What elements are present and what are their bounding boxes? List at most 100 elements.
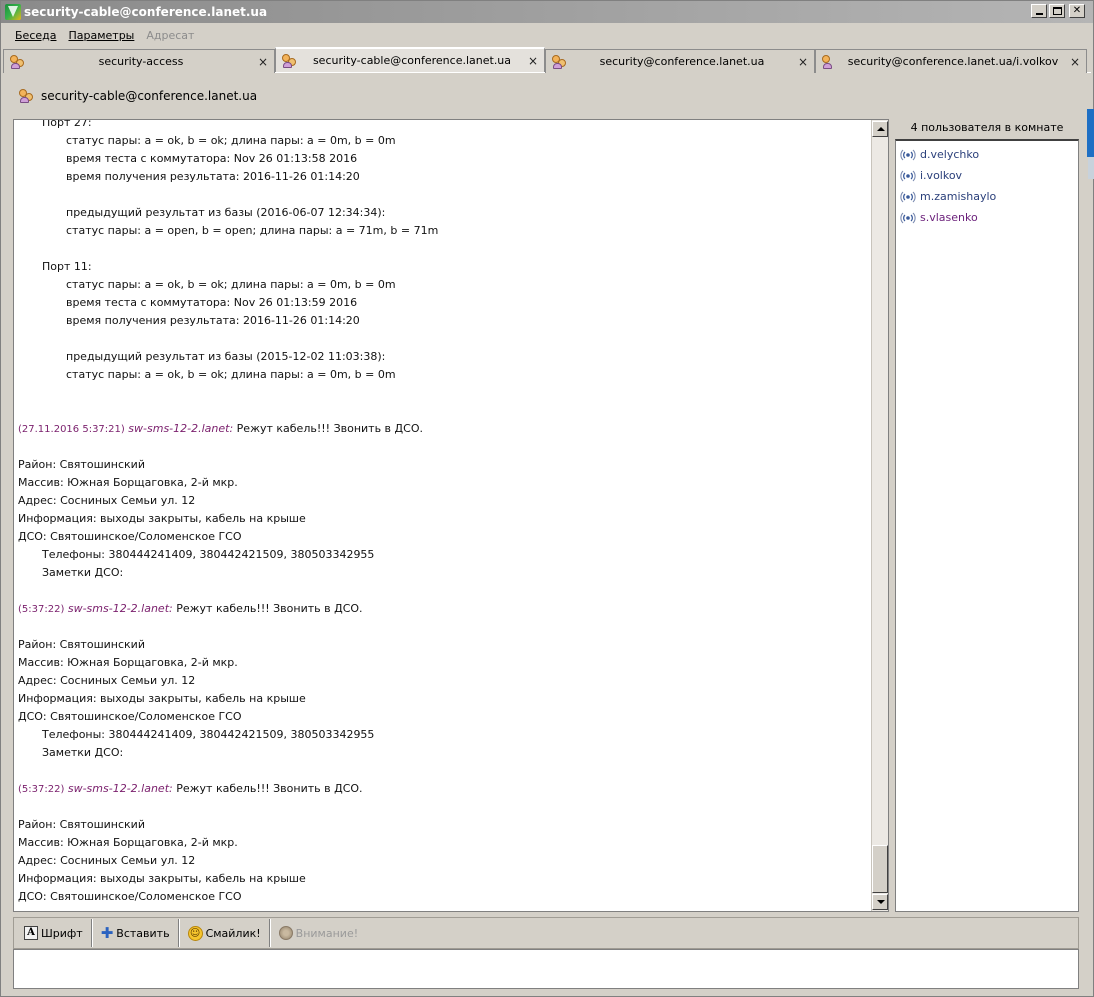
message-timestamp: (27.11.2016 5:37:21) xyxy=(18,424,125,435)
smiley-button[interactable]: ☺ Смайлик! xyxy=(182,920,267,946)
chat-log[interactable]: Порт 27: статус пары: a = ok, b = ok; дл… xyxy=(13,119,889,912)
roster-item-i-volkov[interactable]: i.volkov xyxy=(896,165,1078,186)
room-header: security-cable@conference.lanet.ua xyxy=(19,89,257,103)
chat-line: ДСО: Святошинское/Соломенское ГСО xyxy=(18,530,242,543)
groupchat-icon xyxy=(552,54,568,69)
chat-line: Район: Святошинский xyxy=(18,458,145,471)
app-logo-icon xyxy=(5,4,21,20)
message-text: Режут кабель!!! Звонить в ДСО. xyxy=(233,422,423,435)
message-nick[interactable]: sw-sms-12-2.lanet: xyxy=(128,422,233,435)
chat-line: время получения результата: 2016-11-26 0… xyxy=(66,170,360,183)
participant-list: d.velychko i.volkov m.zamishaylo s.vlase… xyxy=(895,139,1079,912)
window-title: security-cable@conference.lanet.ua xyxy=(24,5,268,19)
chat-line: Район: Святошинский xyxy=(18,638,145,651)
chat-line: Массив: Южная Борщаговка, 2-й мкр. xyxy=(18,836,238,849)
scroll-up-button[interactable] xyxy=(872,121,888,137)
close-window-button[interactable]: ✕ xyxy=(1069,4,1085,18)
background-window-fragment xyxy=(1088,157,1094,179)
chat-message: (27.11.2016 5:37:21) sw-sms-12-2.lanet: … xyxy=(18,420,868,438)
background-window-fragment xyxy=(1087,109,1094,157)
online-status-icon xyxy=(900,149,916,160)
menu-recipient[interactable]: Адресат xyxy=(140,27,200,44)
chat-line: предыдущий результат из базы (2016-06-07… xyxy=(66,206,386,219)
plus-icon: ✚ xyxy=(100,923,114,942)
chat-line: время теста с коммутатора: Nov 26 01:13:… xyxy=(66,152,358,165)
tab-security-private-volkov[interactable]: security@conference.lanet.ua/i.volkov × xyxy=(815,49,1087,73)
message-timestamp: (5:37:22) xyxy=(18,784,65,795)
chat-line: Адрес: Сосниных Семьи ул. 12 xyxy=(18,494,196,507)
attention-button[interactable]: Внимание! xyxy=(273,920,364,946)
chat-line: Массив: Южная Борщаговка, 2-й мкр. xyxy=(18,656,238,669)
conversation-tabs: security-access × security-cable@confere… xyxy=(3,47,1091,73)
chat-line: ДСО: Святошинское/Соломенское ГСО xyxy=(18,710,242,723)
menu-settings[interactable]: Параметры xyxy=(62,27,140,44)
scroll-thumb[interactable] xyxy=(872,845,888,893)
chat-line: статус пары: a = ok, b = ok; длина пары:… xyxy=(66,134,396,147)
insert-button[interactable]: ✚ Вставить xyxy=(95,920,176,946)
chat-line: предыдущий результат из базы (2015-12-02… xyxy=(66,350,386,363)
minimize-icon xyxy=(1035,13,1043,15)
groupchat-icon xyxy=(19,89,35,103)
chat-line: ДСО: Святошинское/Соломенское ГСО xyxy=(18,890,242,903)
roster-item-m-zamishaylo[interactable]: m.zamishaylo xyxy=(896,186,1078,207)
font-button[interactable]: A Шрифт xyxy=(18,920,89,946)
chat-content: Порт 27: статус пары: a = ok, b = ok; дл… xyxy=(18,119,868,906)
tab-security-cable[interactable]: security-cable@conference.lanet.ua × xyxy=(275,47,545,72)
tab-security[interactable]: security@conference.lanet.ua × xyxy=(545,49,815,73)
private-chat-icon xyxy=(822,54,838,69)
tab-close-icon[interactable]: × xyxy=(1068,55,1082,69)
chat-message: (5:37:22) sw-sms-12-2.lanet: Режут кабел… xyxy=(18,780,868,798)
smiley-icon: ☺ xyxy=(187,925,203,941)
chat-line: Информация: выходы закрыты, кабель на кр… xyxy=(18,692,306,705)
room-title: security-cable@conference.lanet.ua xyxy=(41,89,258,103)
chat-line: Район: Святошинский xyxy=(18,818,145,831)
chat-line: Информация: выходы закрыты, кабель на кр… xyxy=(18,512,306,525)
tab-security-access[interactable]: security-access × xyxy=(3,49,275,73)
main-window: security-cable@conference.lanet.ua ✕ Бес… xyxy=(0,0,1094,997)
tab-close-icon[interactable]: × xyxy=(526,54,540,68)
attention-icon xyxy=(278,926,293,940)
chat-line: Заметки ДСО: xyxy=(42,746,124,759)
roster-item-s-vlasenko[interactable]: s.vlasenko xyxy=(896,207,1078,228)
close-icon: ✕ xyxy=(1072,5,1082,16)
minimize-button[interactable] xyxy=(1031,4,1047,18)
compose-toolbar: A Шрифт ✚ Вставить ☺ Смайлик! Внимание! xyxy=(13,917,1079,949)
chat-line: Телефоны: 380444241409, 380442421509, 38… xyxy=(42,548,375,561)
window-controls: ✕ xyxy=(1031,4,1085,18)
chat-line: Адрес: Сосниных Семьи ул. 12 xyxy=(18,854,196,867)
message-text: Режут кабель!!! Звонить в ДСО. xyxy=(172,602,363,615)
message-nick[interactable]: sw-sms-12-2.lanet: xyxy=(68,782,173,795)
chat-scrollbar[interactable] xyxy=(871,120,888,911)
chat-line: статус пары: a = open, b = open; длина п… xyxy=(66,224,439,237)
roster-item-d-velychko[interactable]: d.velychko xyxy=(896,144,1078,165)
online-status-icon xyxy=(900,191,916,202)
port-label: Порт 27: xyxy=(42,119,92,129)
maximize-button[interactable] xyxy=(1049,4,1065,18)
maximize-icon xyxy=(1052,7,1062,15)
chat-line: Заметки ДСО: xyxy=(42,566,124,579)
font-icon: A xyxy=(24,926,38,940)
message-input[interactable] xyxy=(13,949,1079,989)
chat-line: время теста с коммутатора: Nov 26 01:13:… xyxy=(66,296,358,309)
groupchat-icon xyxy=(10,54,26,69)
chat-line: Телефоны: 380444241409, 380442421509, 38… xyxy=(42,728,375,741)
message-nick[interactable]: sw-sms-12-2.lanet: xyxy=(68,602,173,615)
message-text: Режут кабель!!! Звонить в ДСО. xyxy=(172,782,363,795)
title-bar: security-cable@conference.lanet.ua ✕ xyxy=(1,1,1093,23)
chat-line: статус пары: a = ok, b = ok; длина пары:… xyxy=(66,278,396,291)
scroll-down-button[interactable] xyxy=(872,894,888,910)
tab-close-icon[interactable]: × xyxy=(796,55,810,69)
menu-conversation[interactable]: Беседа xyxy=(9,27,62,44)
tab-close-icon[interactable]: × xyxy=(256,55,270,69)
message-timestamp: (5:37:22) xyxy=(18,604,65,615)
port-label: Порт 11: xyxy=(42,260,92,273)
groupchat-icon xyxy=(282,53,298,68)
roster-title: 4 пользователя в комнате xyxy=(910,121,1064,134)
chat-line: статус пары: a = ok, b = ok; длина пары:… xyxy=(66,368,396,381)
chat-line: время получения результата: 2016-11-26 0… xyxy=(66,314,360,327)
online-status-icon xyxy=(900,212,916,223)
chat-message: (5:37:22) sw-sms-12-2.lanet: Режут кабел… xyxy=(18,600,868,618)
chat-line: Массив: Южная Борщаговка, 2-й мкр. xyxy=(18,476,238,489)
chat-line: Адрес: Сосниных Семьи ул. 12 xyxy=(18,674,196,687)
online-status-icon xyxy=(900,170,916,181)
